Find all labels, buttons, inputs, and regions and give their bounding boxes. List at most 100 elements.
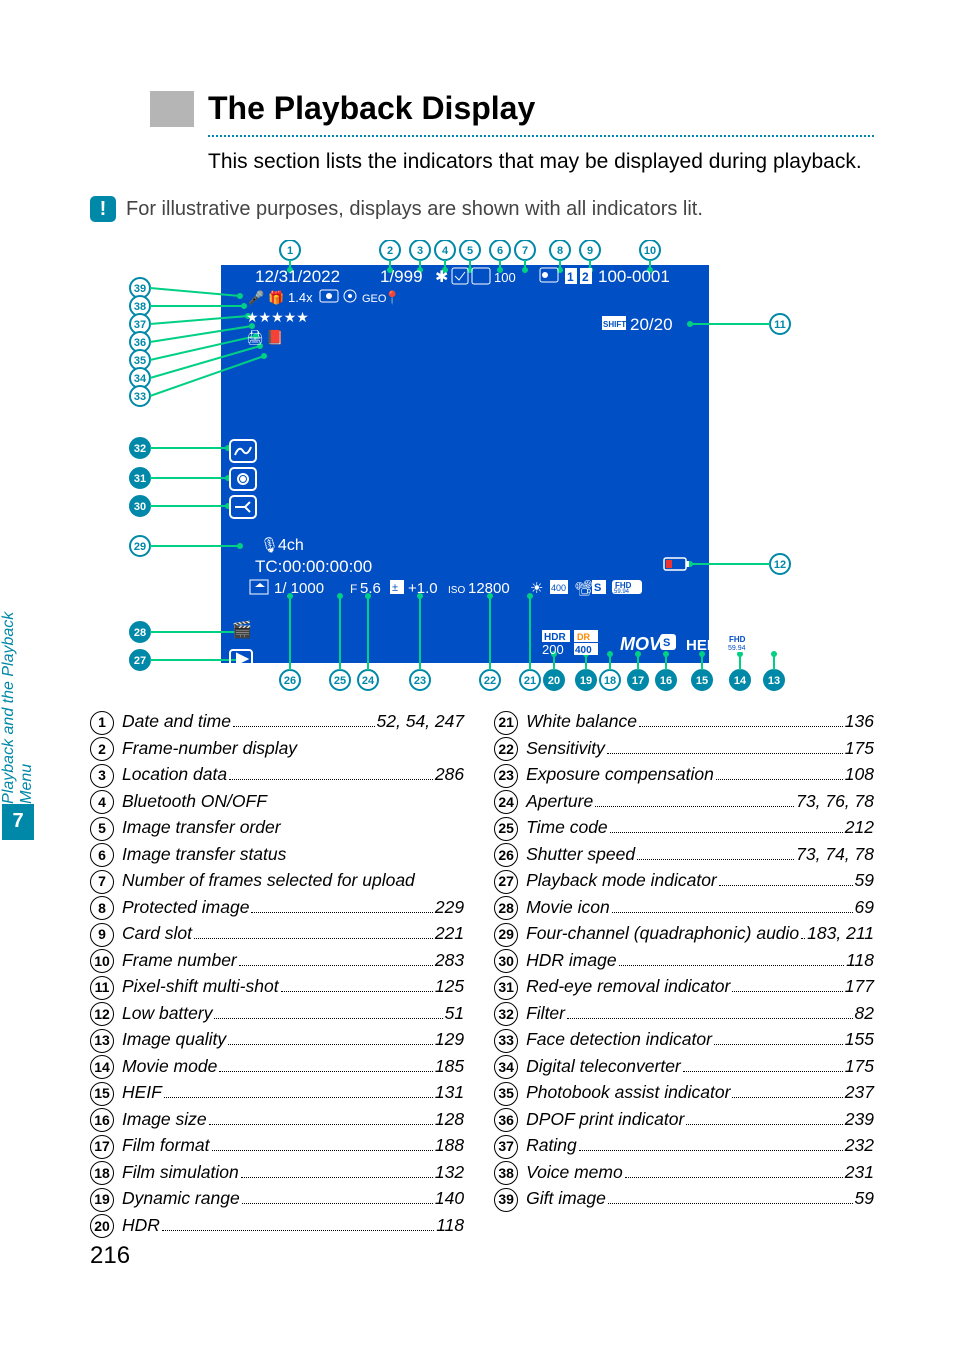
svg-text:6: 6: [497, 245, 503, 257]
legend-label: HDR image: [526, 947, 616, 973]
svg-text:FHD: FHD: [729, 635, 746, 644]
dpof-icon: 🖨: [246, 329, 264, 345]
legend-page: 125: [435, 973, 464, 999]
svg-text:ISO: ISO: [448, 585, 465, 596]
legend-number: 8: [90, 896, 114, 920]
legend-page: 188: [435, 1132, 464, 1158]
svg-text:20: 20: [548, 675, 560, 687]
legend-row: 22Sensitivity175: [494, 735, 874, 762]
svg-text:9: 9: [587, 245, 593, 257]
svg-text:26: 26: [284, 675, 296, 687]
svg-text:27: 27: [134, 655, 146, 667]
legend-row: 33Face detection indicator155: [494, 1026, 874, 1053]
legend-number: 27: [494, 870, 518, 894]
legend: 1Date and time52, 54, 2472Frame-number d…: [90, 708, 874, 1238]
legend-page: 212: [845, 814, 874, 840]
legend-row: 11Pixel-shift multi-shot125: [90, 973, 464, 1000]
svg-text:8: 8: [557, 245, 563, 257]
legend-page: 175: [845, 735, 874, 761]
svg-text:31: 31: [134, 473, 146, 485]
legend-label: Frame-number display: [122, 735, 297, 761]
svg-text:📽: 📽: [574, 580, 593, 597]
legend-row: 34Digital teleconverter175: [494, 1053, 874, 1080]
legend-label: Digital teleconverter: [526, 1053, 681, 1079]
legend-number: 19: [90, 1188, 114, 1212]
legend-row: 20HDR118: [90, 1212, 464, 1239]
legend-row: 31Red-eye removal indicator177: [494, 973, 874, 1000]
legend-number: 21: [494, 711, 518, 735]
svg-text:36: 36: [134, 337, 146, 349]
svg-text:S: S: [594, 582, 601, 594]
diag-heif: HEIF: [686, 637, 720, 654]
legend-row: 8Protected image229: [90, 894, 464, 921]
legend-row: 4Bluetooth ON/OFF: [90, 788, 464, 815]
side-tab: Playback and the Playback Menu 7: [0, 580, 36, 840]
legend-page: 82: [855, 1000, 874, 1026]
legend-number: 6: [90, 843, 114, 867]
movie-icon: 🎬: [232, 620, 252, 639]
alert-icon: !: [90, 196, 116, 222]
svg-text:11: 11: [774, 319, 786, 331]
legend-page: 108: [845, 761, 874, 787]
legend-label: HDR: [122, 1212, 160, 1238]
legend-label: Playback mode indicator: [526, 867, 717, 893]
svg-text:1.4x: 1.4x: [288, 290, 313, 305]
legend-row: 19Dynamic range140: [90, 1185, 464, 1212]
legend-row: 5 Image transfer order: [90, 814, 464, 841]
diag-expcomp: +1.0: [408, 580, 438, 597]
legend-page: 73, 74, 78: [796, 841, 874, 867]
legend-label: Image transfer order: [122, 814, 281, 840]
legend-row: 26Shutter speed73, 74, 78: [494, 841, 874, 868]
legend-number: 33: [494, 1029, 518, 1053]
legend-row: 18Film simulation132: [90, 1159, 464, 1186]
legend-number: 32: [494, 1002, 518, 1026]
legend-row: 16Image size128: [90, 1106, 464, 1133]
legend-page: 132: [435, 1159, 464, 1185]
legend-row: 25Time code212: [494, 814, 874, 841]
legend-row: 35Photobook assist indicator237: [494, 1079, 874, 1106]
legend-label: Shutter speed: [526, 841, 635, 867]
legend-page: 286: [435, 761, 464, 787]
svg-text:12: 12: [774, 559, 786, 571]
page-title: The Playback Display: [208, 90, 535, 127]
playback-display-diagram: 12345678910 39383736353433323130292827 1…: [90, 240, 800, 700]
legend-page: 69: [855, 894, 874, 920]
legend-label: Date and time: [122, 708, 231, 734]
legend-number: 4: [90, 790, 114, 814]
legend-number: 18: [90, 1161, 114, 1185]
svg-text:59.94: 59.94: [728, 645, 746, 652]
legend-label: Frame number: [122, 947, 237, 973]
page-body: The Playback Display This section lists …: [0, 0, 954, 1310]
legend-number: 5: [90, 817, 114, 841]
legend-number: 37: [494, 1135, 518, 1159]
legend-row: 27Playback mode indicator59: [494, 867, 874, 894]
svg-text:2: 2: [582, 270, 589, 284]
diag-audio: 4ch: [278, 537, 304, 554]
legend-page: 131: [435, 1079, 464, 1105]
legend-row: 28Movie icon69: [494, 894, 874, 921]
legend-page: 51: [445, 1000, 464, 1026]
legend-page: 185: [435, 1053, 464, 1079]
svg-text:59.94: 59.94: [614, 589, 630, 595]
legend-label: Movie icon: [526, 894, 610, 920]
svg-text:33: 33: [134, 391, 146, 403]
legend-page: 232: [845, 1132, 874, 1158]
legend-page: 118: [846, 947, 874, 973]
legend-page: 118: [436, 1212, 464, 1238]
legend-label: Four-channel (quadraphonic) audio: [526, 920, 799, 946]
legend-row: 10Frame number283: [90, 947, 464, 974]
legend-col-right: 21White balance13622Sensitivity17523Expo…: [494, 708, 874, 1238]
svg-text:📍: 📍: [384, 290, 400, 305]
title-row: The Playback Display: [150, 90, 874, 127]
page-number: 216: [90, 1242, 874, 1270]
svg-text:F: F: [766, 637, 776, 654]
svg-text:1: 1: [287, 245, 293, 257]
svg-text:13: 13: [768, 675, 780, 687]
svg-text:34: 34: [134, 373, 147, 385]
svg-text:4: 4: [442, 245, 449, 257]
legend-number: 22: [494, 737, 518, 761]
svg-text:10: 10: [644, 245, 656, 257]
legend-number: 9: [90, 923, 114, 947]
legend-label: Movie mode: [122, 1053, 217, 1079]
svg-text:2: 2: [387, 245, 393, 257]
